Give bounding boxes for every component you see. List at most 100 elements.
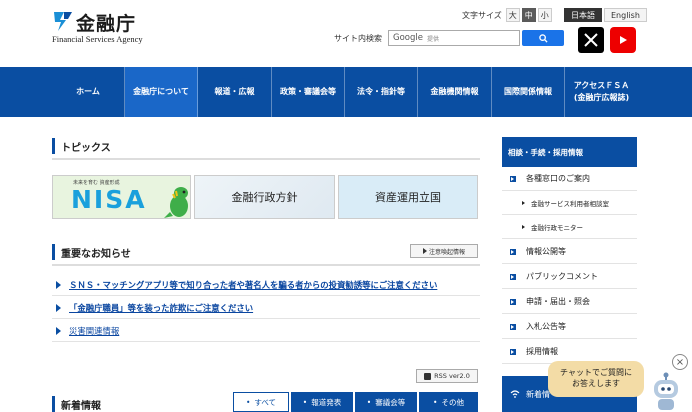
chat-line2: お答えします: [572, 379, 620, 388]
nav-policy-label: 政策・審議会等: [280, 87, 336, 96]
lang-japanese-button[interactable]: 日本語: [564, 8, 602, 22]
sidebar-item-contact[interactable]: 各種窓口のご案内: [502, 167, 637, 191]
notice-item[interactable]: 災害関連情報: [52, 320, 480, 342]
nav-press[interactable]: 報道・広報: [198, 67, 272, 117]
fsa-logo[interactable]: 金融庁 Financial Services Agency: [52, 10, 172, 44]
notice-link[interactable]: 災害関連情報: [69, 325, 119, 337]
search-placeholder: 提供: [426, 35, 439, 43]
sidebar-item-label: 採用情報: [526, 347, 558, 356]
sidebar-new-label: 新着情: [526, 389, 550, 399]
nav-access-fsa[interactable]: アクセスＦＳＡ (金融庁広報誌): [565, 67, 638, 117]
sidebar-item-monitor[interactable]: 金融行政モニター: [502, 215, 637, 239]
sidebar-item-applications[interactable]: 申請・届出・照会: [502, 290, 637, 314]
arrow-square-icon: [510, 323, 516, 330]
nav-access-line2: (金融庁広報誌): [573, 93, 630, 102]
x-icon: [584, 33, 598, 47]
logo-english-text: Financial Services Agency: [52, 34, 143, 44]
notice-item[interactable]: 「金融庁職員」等を装った詐欺にご注意ください: [52, 297, 480, 319]
sidebar-item-label: 金融サービス利用者相談室: [531, 199, 609, 208]
tab-other[interactable]: • その他: [419, 392, 478, 412]
nav-home[interactable]: ホーム: [52, 67, 125, 117]
nisa-banner[interactable]: 未来を育む 資産形成 NISA: [52, 175, 191, 219]
nav-institutions[interactable]: 金融機関情報: [418, 67, 492, 117]
notice-link[interactable]: 「金融庁職員」等を装った詐欺にご注意ください: [69, 302, 253, 314]
sidebar-item-label: 入札公告等: [526, 322, 566, 331]
nisa-text: NISA: [71, 185, 147, 214]
nav-institutions-label: 金融機関情報: [430, 87, 479, 96]
rss-icon: [424, 372, 432, 380]
triangle-right-icon: [422, 248, 427, 254]
sidebar-item-public-comment[interactable]: パブリックコメント: [502, 265, 637, 289]
font-size-switcher: 文字サイズ 大 中 小: [462, 8, 552, 22]
nav-about-label: 金融庁について: [133, 87, 189, 96]
tab-all-label: すべて: [254, 397, 277, 407]
alert-info-label: 注意喚起情報: [428, 248, 465, 256]
search-icon: [538, 33, 548, 43]
bullet-icon: •: [245, 397, 251, 407]
arrow-square-icon: [510, 273, 516, 280]
asset-management-text: 資産運用立国: [375, 191, 441, 204]
global-nav: ホーム 金融庁について 報道・広報 政策・審議会等 法令・指針等 金融機関情報 …: [0, 67, 692, 117]
notices-heading: 重要なお知らせ: [52, 244, 131, 260]
financial-policy-banner[interactable]: 金融行政方針: [194, 175, 335, 219]
bullet-icon: •: [366, 397, 372, 407]
arrow-square-icon: [510, 248, 516, 255]
tab-press-label: 報道発表: [311, 397, 342, 407]
arrow-square-icon: [510, 348, 516, 355]
tab-council-label: 審議会等: [375, 397, 406, 407]
bullet-icon: •: [433, 397, 438, 407]
sidebar-item-label: パブリックコメント: [526, 272, 598, 281]
lang-english-button[interactable]: English: [604, 8, 647, 22]
tab-all[interactable]: • すべて: [233, 392, 289, 412]
sidebar-item-label: 申請・届出・照会: [526, 297, 590, 306]
tab-other-label: その他: [441, 397, 464, 407]
tab-press[interactable]: • 報道発表: [291, 392, 353, 412]
financial-policy-text: 金融行政方針: [231, 191, 298, 204]
youtube-icon: [620, 36, 627, 44]
chat-robot-icon[interactable]: [648, 372, 684, 412]
nav-access-line1: アクセスＦＳＡ: [573, 81, 630, 90]
font-size-small-button[interactable]: 小: [537, 8, 552, 22]
topics-rule: [52, 158, 480, 160]
nav-about[interactable]: 金融庁について: [125, 67, 198, 117]
rss-button[interactable]: RSS ver2.0: [416, 369, 478, 383]
notice-item[interactable]: ＳＮＳ・マッチングアプリ等で知り合った者や著名人を騙る者からの投資勧誘等にご注意…: [52, 274, 480, 296]
notices-rule: [52, 264, 480, 266]
font-size-large-button[interactable]: 大: [505, 8, 520, 22]
sidebar-heading[interactable]: 相談・手続・採用情報: [502, 137, 637, 167]
sidebar-item-bidding[interactable]: 入札公告等: [502, 315, 637, 339]
nav-laws[interactable]: 法令・指針等: [345, 67, 418, 117]
topics-heading: トピックス: [52, 138, 111, 154]
triangle-right-icon: [522, 200, 525, 205]
sidebar-item-disclosure[interactable]: 情報公開等: [502, 240, 637, 264]
chat-bubble[interactable]: チャットでご質問に お答えします: [548, 361, 644, 397]
rss-label: RSS ver2.0: [434, 372, 470, 380]
chat-close-button[interactable]: ×: [672, 354, 688, 370]
arrow-right-icon: [56, 303, 61, 312]
youtube-link[interactable]: [610, 27, 636, 53]
alert-info-button[interactable]: 注意喚起情報: [410, 244, 478, 258]
search-label: サイト内検索: [334, 34, 382, 43]
sidebar-item-label: 各種窓口のご案内: [526, 174, 590, 183]
fsa-logo-icon: [54, 12, 72, 31]
notice-link[interactable]: ＳＮＳ・マッチングアプリ等で知り合った者や著名人を騙る者からの投資勧誘等にご注意…: [69, 279, 437, 291]
font-size-medium-button[interactable]: 中: [521, 8, 536, 22]
sidebar-item-consultation[interactable]: 金融サービス利用者相談室: [502, 191, 637, 215]
search-button[interactable]: [522, 30, 564, 46]
news-heading: 新着情報: [52, 396, 101, 412]
nav-press-label: 報道・広報: [214, 87, 255, 96]
triangle-right-icon: [522, 224, 525, 229]
nav-international[interactable]: 国際関係情報: [492, 67, 565, 117]
close-icon: ×: [675, 356, 685, 368]
chat-line1: チャットでご質問に: [560, 368, 632, 378]
arrow-right-icon: [56, 280, 61, 289]
asset-management-banner[interactable]: 資産運用立国: [338, 175, 478, 219]
nav-policy[interactable]: 政策・審議会等: [272, 67, 345, 117]
language-switcher: 日本語 English: [564, 8, 647, 22]
x-link[interactable]: [578, 27, 604, 53]
bullet-icon: •: [302, 397, 308, 407]
search-input[interactable]: Google 提供: [388, 30, 520, 46]
tab-council[interactable]: • 審議会等: [355, 392, 417, 412]
arrow-square-icon: [510, 175, 516, 182]
wifi-icon: [510, 390, 520, 398]
